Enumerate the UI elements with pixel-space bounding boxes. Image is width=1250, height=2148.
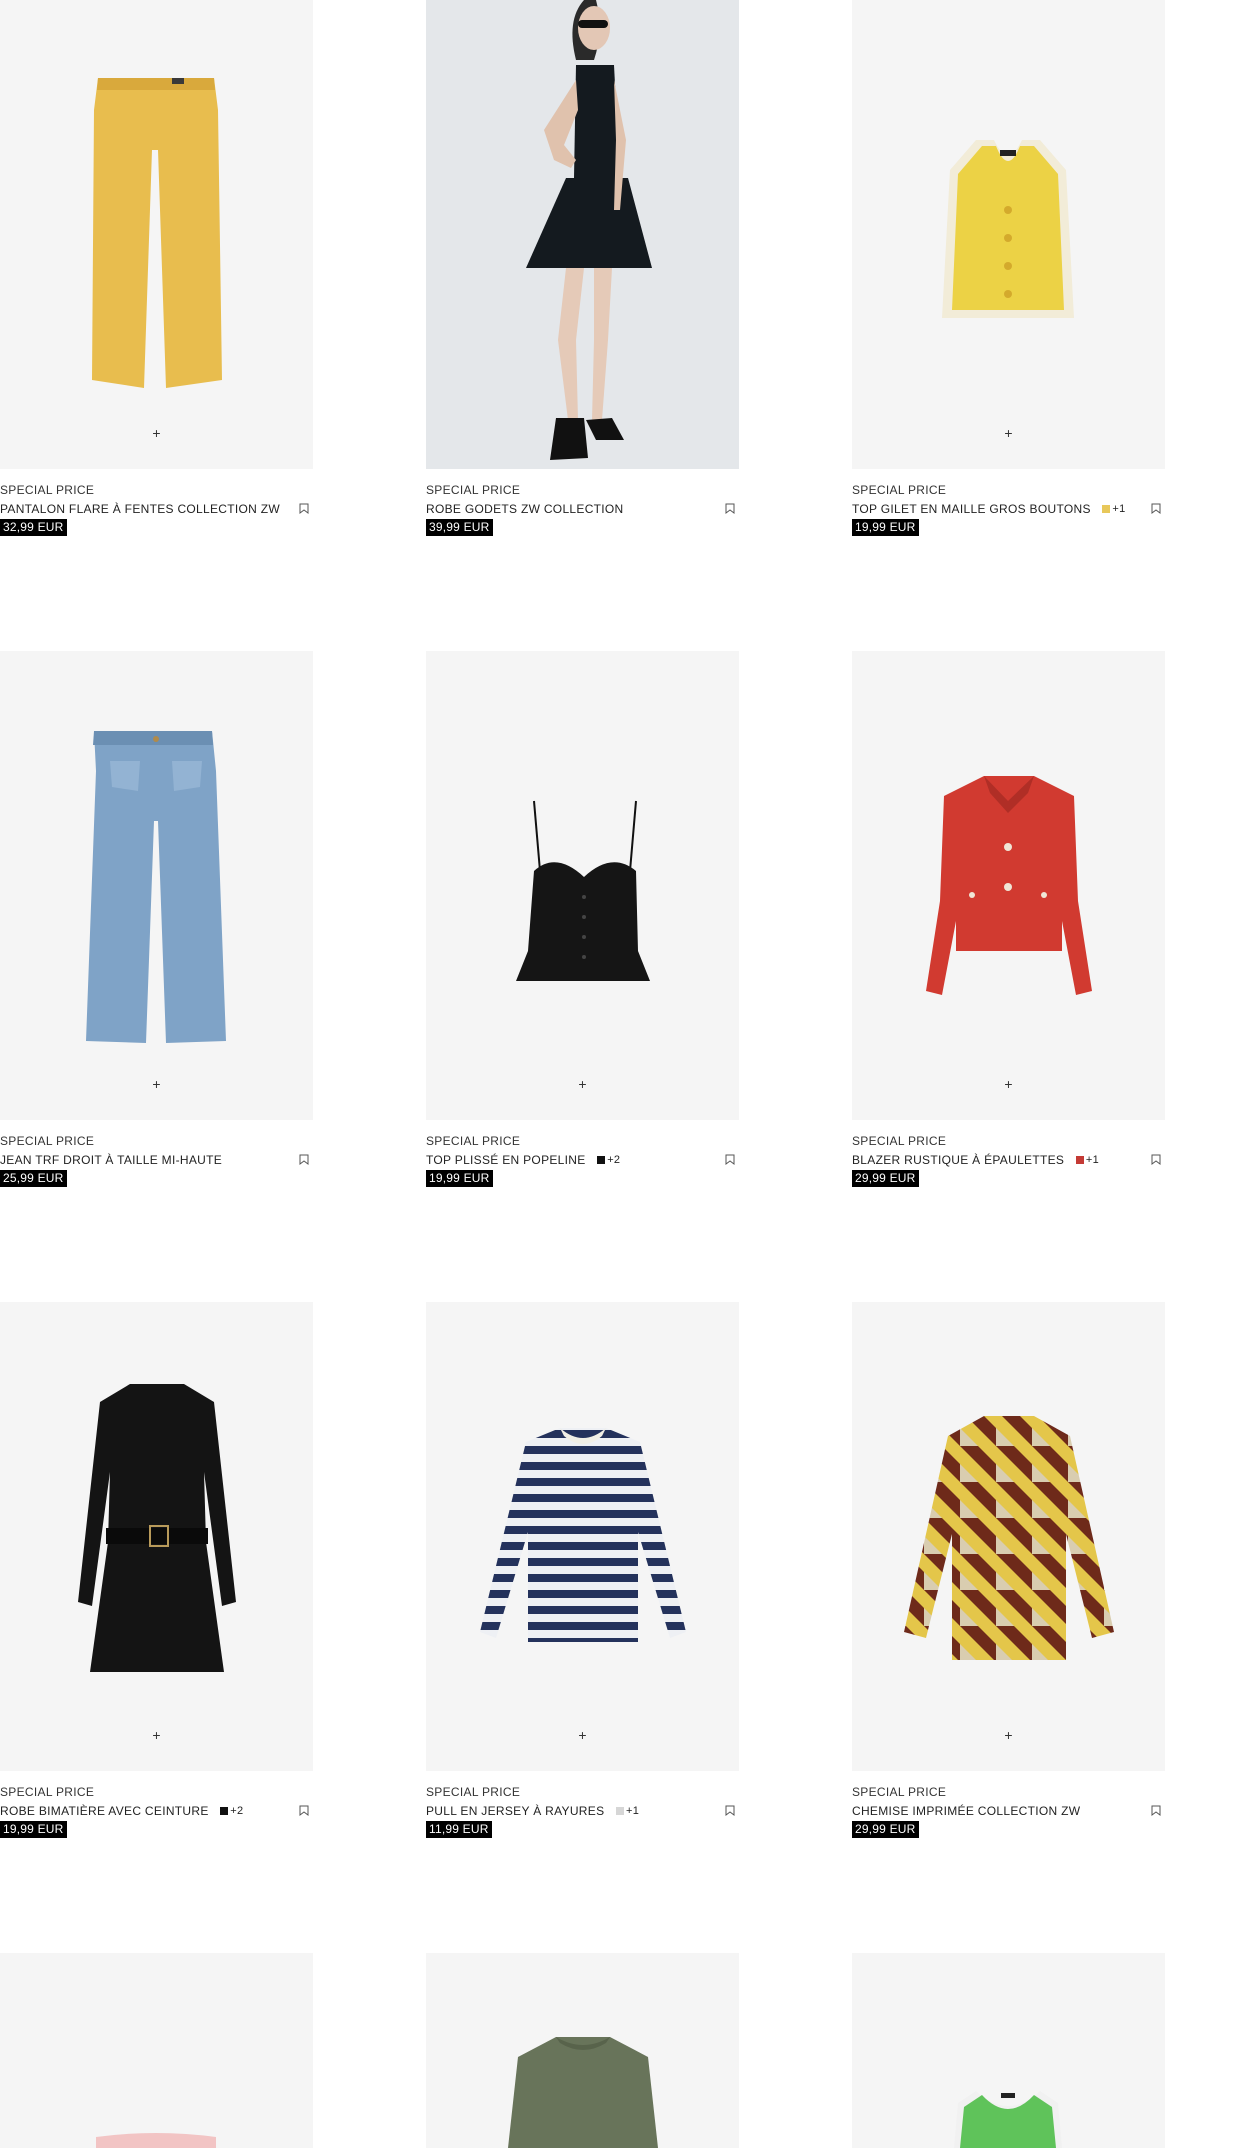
green-tank-top-image: [954, 2091, 1062, 2148]
color-swatch[interactable]: [220, 1806, 229, 1815]
product-image[interactable]: +: [426, 1302, 739, 1771]
product-image[interactable]: +: [0, 0, 313, 469]
product-image[interactable]: +: [852, 0, 1165, 469]
special-price-badge: SPECIAL PRICE: [0, 1134, 95, 1148]
product-image[interactable]: +: [0, 651, 313, 1120]
product-price: 11,99 EUR: [426, 1821, 492, 1838]
product-card[interactable]: + SPECIAL PRICE PULL EN JERSEY À RAYURES…: [426, 1302, 739, 1838]
product-price: 32,99 EUR: [0, 519, 67, 536]
product-price: 29,99 EUR: [852, 1170, 919, 1187]
black-belted-dress-image: [78, 1384, 236, 1672]
quick-add-button[interactable]: +: [148, 1076, 165, 1093]
product-image[interactable]: +: [0, 1302, 313, 1771]
color-swatches[interactable]: +2: [597, 1150, 620, 1170]
more-colors-count: +1: [1085, 1153, 1100, 1166]
product-card[interactable]: + SPECIAL PRICE TOP PLISSÉ EN POPELINE +…: [426, 651, 739, 1187]
color-swatches[interactable]: +1: [1075, 1150, 1100, 1170]
product-image[interactable]: [426, 0, 739, 469]
more-colors-count: +2: [607, 1153, 621, 1166]
color-swatch[interactable]: [616, 1806, 625, 1815]
product-image[interactable]: [426, 1953, 739, 2148]
product-price: 25,99 EUR: [0, 1170, 67, 1187]
product-card[interactable]: [852, 1953, 1165, 2148]
special-price-badge: SPECIAL PRICE: [852, 1785, 947, 1799]
special-price-badge: SPECIAL PRICE: [0, 1785, 95, 1799]
color-swatch[interactable]: [1102, 504, 1111, 513]
product-card[interactable]: [0, 1953, 313, 2148]
product-name[interactable]: TOP GILET EN MAILLE GROS BOUTONS: [852, 499, 1091, 519]
product-image[interactable]: [852, 1953, 1165, 2148]
product-card[interactable]: + SPECIAL PRICE JEAN TRF DROIT À TAILLE …: [0, 651, 313, 1187]
striped-jersey-sweater-image: [480, 1428, 686, 1642]
special-price-badge: SPECIAL PRICE: [852, 483, 947, 497]
more-colors-count: +2: [230, 1804, 244, 1817]
color-swatches[interactable]: +1: [1102, 499, 1125, 519]
product-card[interactable]: + SPECIAL PRICE BLAZER RUSTIQUE À ÉPAULE…: [852, 651, 1165, 1187]
bookmark-icon[interactable]: [1151, 1805, 1161, 1816]
product-name[interactable]: CHEMISE IMPRIMÉE COLLECTION ZW: [852, 1801, 1080, 1821]
quick-add-button[interactable]: +: [1000, 425, 1017, 442]
special-price-badge: SPECIAL PRICE: [426, 483, 521, 497]
product-price: 19,99 EUR: [852, 519, 919, 536]
product-name[interactable]: PANTALON FLARE À FENTES COLLECTION ZW: [0, 499, 280, 519]
black-poplin-top-image: [516, 800, 650, 981]
pink-knit-top-image: [96, 2133, 216, 2148]
bookmark-icon[interactable]: [299, 1805, 309, 1816]
product-name[interactable]: ROBE BIMATIÈRE AVEC CEINTURE: [0, 1801, 209, 1821]
model-black-dress-image: [426, 0, 739, 469]
khaki-tshirt-image: [508, 2037, 658, 2148]
special-price-badge: SPECIAL PRICE: [0, 483, 95, 497]
printed-shirt-image: [904, 1416, 1114, 1660]
red-blazer-image: [926, 776, 1092, 995]
bookmark-icon[interactable]: [1151, 503, 1161, 514]
yellow-flare-trousers-image: [92, 78, 222, 388]
color-swatches[interactable]: +1: [616, 1801, 639, 1821]
product-card[interactable]: SPECIAL PRICE ROBE GODETS ZW COLLECTION …: [426, 0, 739, 536]
bookmark-icon[interactable]: [299, 1154, 309, 1165]
product-image[interactable]: +: [426, 651, 739, 1120]
special-price-badge: SPECIAL PRICE: [426, 1134, 521, 1148]
bookmark-icon[interactable]: [1151, 1154, 1161, 1165]
quick-add-button[interactable]: +: [148, 425, 165, 442]
bookmark-icon[interactable]: [725, 1805, 735, 1816]
product-name[interactable]: ROBE GODETS ZW COLLECTION: [426, 499, 624, 519]
quick-add-button[interactable]: +: [1000, 1076, 1017, 1093]
quick-add-button[interactable]: +: [574, 1727, 591, 1744]
product-name[interactable]: JEAN TRF DROIT À TAILLE MI-HAUTE: [0, 1150, 222, 1170]
product-image[interactable]: [0, 1953, 313, 2148]
special-price-badge: SPECIAL PRICE: [852, 1134, 947, 1148]
quick-add-button[interactable]: +: [148, 1727, 165, 1744]
product-card[interactable]: + SPECIAL PRICE ROBE BIMATIÈRE AVEC CEIN…: [0, 1302, 313, 1838]
color-swatch[interactable]: [1075, 1155, 1084, 1164]
bookmark-icon[interactable]: [725, 503, 735, 514]
product-price: 39,99 EUR: [426, 519, 493, 536]
product-card[interactable]: + SPECIAL PRICE CHEMISE IMPRIMÉE COLLECT…: [852, 1302, 1165, 1838]
more-colors-count: +1: [1112, 502, 1126, 515]
yellow-knit-vest-image: [942, 140, 1074, 318]
color-swatches[interactable]: +2: [220, 1801, 243, 1821]
product-name[interactable]: BLAZER RUSTIQUE À ÉPAULETTES: [852, 1150, 1064, 1170]
color-swatch[interactable]: [597, 1155, 606, 1164]
product-card[interactable]: [426, 1953, 739, 2148]
bookmark-icon[interactable]: [725, 1154, 735, 1165]
product-price: 19,99 EUR: [426, 1170, 493, 1187]
quick-add-button[interactable]: +: [574, 1076, 591, 1093]
product-card[interactable]: + SPECIAL PRICE TOP GILET EN MAILLE GROS…: [852, 0, 1165, 536]
blue-straight-jeans-image: [86, 731, 226, 1043]
product-image[interactable]: +: [852, 1302, 1165, 1771]
product-price: 19,99 EUR: [0, 1821, 67, 1838]
product-price: 29,99 EUR: [852, 1821, 919, 1838]
product-name[interactable]: PULL EN JERSEY À RAYURES: [426, 1801, 604, 1821]
product-card[interactable]: + SPECIAL PRICE PANTALON FLARE À FENTES …: [0, 0, 313, 536]
bookmark-icon[interactable]: [299, 503, 309, 514]
product-image[interactable]: +: [852, 651, 1165, 1120]
special-price-badge: SPECIAL PRICE: [426, 1785, 521, 1799]
more-colors-count: +1: [626, 1804, 640, 1817]
quick-add-button[interactable]: +: [1000, 1727, 1017, 1744]
product-name[interactable]: TOP PLISSÉ EN POPELINE: [426, 1150, 586, 1170]
